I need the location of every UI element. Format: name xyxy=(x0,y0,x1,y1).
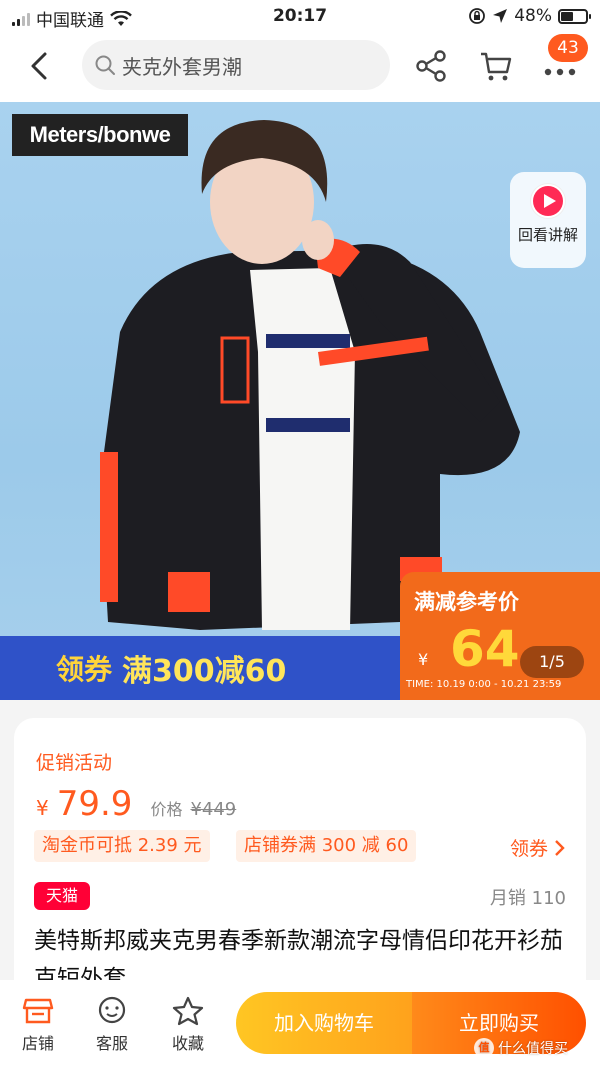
rotation-lock-icon xyxy=(469,8,486,24)
cart-icon[interactable] xyxy=(478,48,514,84)
shop-label: 店铺 xyxy=(21,1034,54,1053)
favorite-label: 收藏 xyxy=(171,1034,204,1053)
star-icon xyxy=(172,996,204,1026)
add-to-cart-button[interactable]: 加入购物车 xyxy=(236,992,412,1054)
promo-activity-label: 促销活动 xyxy=(36,752,113,774)
image-pager: 1/5 xyxy=(520,646,584,678)
original-price: ¥449 xyxy=(190,799,237,820)
chevron-right-icon xyxy=(555,839,565,856)
shop-tab[interactable]: 店铺 xyxy=(8,996,68,1054)
shop-coupon-tag: 店铺券满 300 减 60 xyxy=(236,830,417,862)
coupon-banner: 领券 满300减60 xyxy=(0,636,400,700)
tmall-badge: 天猫 xyxy=(34,882,90,910)
price-row: ¥ 79.9 价格 ¥449 xyxy=(36,784,236,824)
taobao-coin-tag: 淘金币可抵 2.39 元 xyxy=(34,830,210,862)
chat-face-icon xyxy=(98,996,126,1024)
current-price: 79.9 xyxy=(56,784,133,824)
watermark-logo: 值 xyxy=(474,1038,494,1058)
share-icon[interactable] xyxy=(414,48,450,84)
reference-price-currency: ¥ xyxy=(418,650,429,669)
message-count-badge: 43 xyxy=(548,34,588,62)
promo-time-range: TIME: 10.19 0:00 - 10.21 23:59 xyxy=(406,679,562,690)
status-right: 48% xyxy=(468,6,591,26)
product-image-carousel[interactable]: Meters/bonwe 回看讲解 领券 满300减60 满减参考价 ¥ 64 … xyxy=(0,102,600,700)
customer-service-tab[interactable]: 客服 xyxy=(82,996,142,1054)
battery-percent: 48% xyxy=(514,6,552,26)
battery-icon xyxy=(558,8,591,24)
reference-price-box: 满减参考价 ¥ 64 TIME: 10.19 0:00 - 10.21 23:5… xyxy=(400,572,600,700)
price-currency: ¥ xyxy=(36,796,49,820)
location-arrow-icon xyxy=(493,9,508,23)
favorite-tab[interactable]: 收藏 xyxy=(158,996,218,1054)
watermark: 值 什么值得买 xyxy=(474,1038,568,1058)
coupon-prefix: 领券 xyxy=(56,653,113,686)
replay-label: 回看讲解 xyxy=(517,226,578,244)
search-icon xyxy=(95,55,115,75)
search-query: 夹克外套男潮 xyxy=(122,54,242,79)
play-icon xyxy=(531,184,565,218)
product-info-card: 促销活动 ¥ 79.9 价格 ¥449 淘金币可抵 2.39 元 店铺券满 30… xyxy=(14,718,586,1018)
top-nav-bar: 夹克外套男潮 43 xyxy=(0,34,600,102)
search-bar[interactable]: 夹克外套男潮 xyxy=(82,40,390,90)
reference-price-title: 满减参考价 xyxy=(414,590,519,614)
watermark-text: 什么值得买 xyxy=(498,1041,568,1057)
back-arrow-icon[interactable] xyxy=(22,48,58,84)
monthly-sales: 月销 110 xyxy=(489,888,566,909)
shop-icon xyxy=(22,998,54,1024)
replay-explanation-button[interactable]: 回看讲解 xyxy=(510,172,586,268)
customer-service-label: 客服 xyxy=(95,1034,128,1053)
coupon-text: 满300减60 xyxy=(122,654,287,689)
get-coupon-label: 领券 xyxy=(509,838,548,860)
reference-price-value: 64 xyxy=(450,620,520,678)
original-price-label: 价格 xyxy=(150,800,183,819)
get-coupon-link[interactable]: 领券 xyxy=(510,834,566,861)
status-bar: 中国联通 20:17 48% xyxy=(0,0,600,34)
brand-logo: Meters/bonwe xyxy=(12,114,188,156)
